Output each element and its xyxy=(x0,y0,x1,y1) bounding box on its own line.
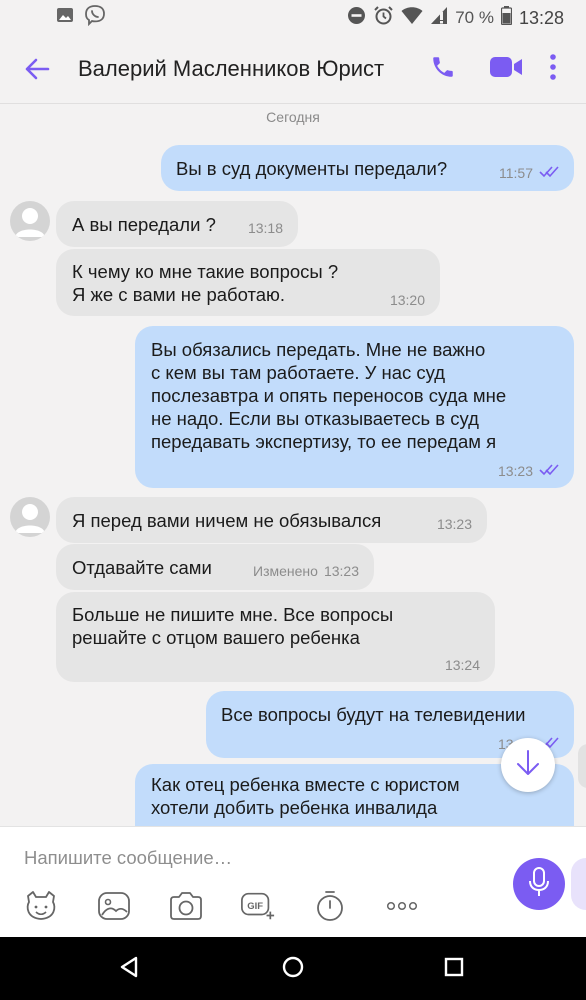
recents-square-icon[interactable] xyxy=(444,955,472,983)
scroll-to-bottom-button[interactable] xyxy=(501,738,555,792)
message-list[interactable]: Сегодня Вы в суд документы передали? 11:… xyxy=(0,104,586,826)
scroll-edge-tab xyxy=(578,744,586,788)
incoming-message[interactable]: А вы передали ? 13:18 xyxy=(56,201,298,247)
arrow-down-icon xyxy=(515,749,541,782)
timer-icon[interactable] xyxy=(312,889,348,923)
message-text: Вы в суд документы передали? xyxy=(176,158,448,179)
camera-icon[interactable] xyxy=(168,889,204,923)
wifi-icon xyxy=(401,6,423,30)
phone-icon[interactable] xyxy=(430,54,456,85)
message-text: Я перед вами ничем не обязывался xyxy=(72,510,382,531)
viber-notification-icon xyxy=(84,4,106,31)
message-text: Как отец ребенка вместе с юристом хотели… xyxy=(151,774,460,818)
status-time: 13:28 xyxy=(518,7,564,28)
incoming-message[interactable]: Я перед вами ничем не обязывался 13:23 xyxy=(56,497,487,543)
back-triangle-icon[interactable] xyxy=(118,955,146,983)
message-meta: Изменено 13:23 xyxy=(253,560,359,583)
contact-avatar[interactable] xyxy=(10,201,50,241)
video-icon[interactable] xyxy=(489,54,523,85)
message-time: 13:23 xyxy=(436,516,472,532)
message-time: 13:20 xyxy=(389,292,425,308)
status-bar: 70 % 13:28 xyxy=(0,0,586,32)
home-circle-icon[interactable] xyxy=(281,955,309,983)
contact-name[interactable]: Валерий Масленников Юрист xyxy=(78,56,384,82)
svg-text:GIF: GIF xyxy=(247,901,263,912)
incoming-message[interactable]: К чему ко мне такие вопросы ? Я же с вам… xyxy=(56,249,440,316)
message-text: Все вопросы будут на телевидении xyxy=(221,704,526,725)
read-checks-icon xyxy=(539,162,559,185)
battery-icon xyxy=(500,6,513,30)
more-horizontal-icon[interactable] xyxy=(384,889,420,923)
microphone-icon xyxy=(527,866,551,903)
edited-label: Изменено xyxy=(253,563,318,579)
alarm-icon xyxy=(373,5,394,31)
message-time: 13:18 xyxy=(247,220,283,236)
gallery-notification-icon xyxy=(56,6,74,29)
gif-icon[interactable]: GIF xyxy=(240,889,276,923)
microphone-button[interactable] xyxy=(513,858,565,910)
message-time: 13:23 xyxy=(497,463,533,479)
message-time: 13:23 xyxy=(323,563,359,579)
message-text: Отдавайте сами xyxy=(72,557,212,578)
back-arrow-icon[interactable] xyxy=(22,54,52,84)
more-vertical-icon[interactable] xyxy=(548,52,558,87)
outgoing-message[interactable]: Вы в суд документы передали? 11:57 xyxy=(161,145,574,191)
message-text: К чему ко мне такие вопросы ? Я же с вам… xyxy=(72,261,339,305)
chat-header: Валерий Масленников Юрист xyxy=(0,32,586,104)
message-text: Больше не пишите мне. Все вопросы решайт… xyxy=(72,604,394,648)
incoming-message[interactable]: Больше не пишите мне. Все вопросы решайт… xyxy=(56,592,495,682)
mic-edge-tab xyxy=(571,858,586,910)
message-meta: 11:57 xyxy=(499,162,559,185)
system-nav-bar xyxy=(0,937,586,1000)
date-separator: Сегодня xyxy=(266,109,320,125)
gallery-icon[interactable] xyxy=(96,889,132,923)
signal-icon xyxy=(430,6,448,30)
message-meta: 13:23 xyxy=(498,460,559,483)
sticker-icon[interactable] xyxy=(23,889,59,923)
battery-percentage: 70 % xyxy=(455,8,494,27)
message-time: 13:24 xyxy=(444,657,480,673)
message-text: А вы передали ? xyxy=(72,214,216,235)
message-text: Вы обязались передать. Мне не важно с ке… xyxy=(151,339,507,452)
incoming-message[interactable]: Отдавайте сами Изменено 13:23 xyxy=(56,544,374,590)
outgoing-message[interactable]: Вы обязались передать. Мне не важно с ке… xyxy=(135,326,574,488)
message-composer: Напишите сообщение… GIF xyxy=(0,826,586,937)
message-time: 11:57 xyxy=(499,165,533,181)
read-checks-icon xyxy=(539,460,559,483)
message-input[interactable]: Напишите сообщение… xyxy=(24,847,232,869)
do-not-disturb-icon xyxy=(347,6,366,30)
contact-avatar[interactable] xyxy=(10,497,50,537)
